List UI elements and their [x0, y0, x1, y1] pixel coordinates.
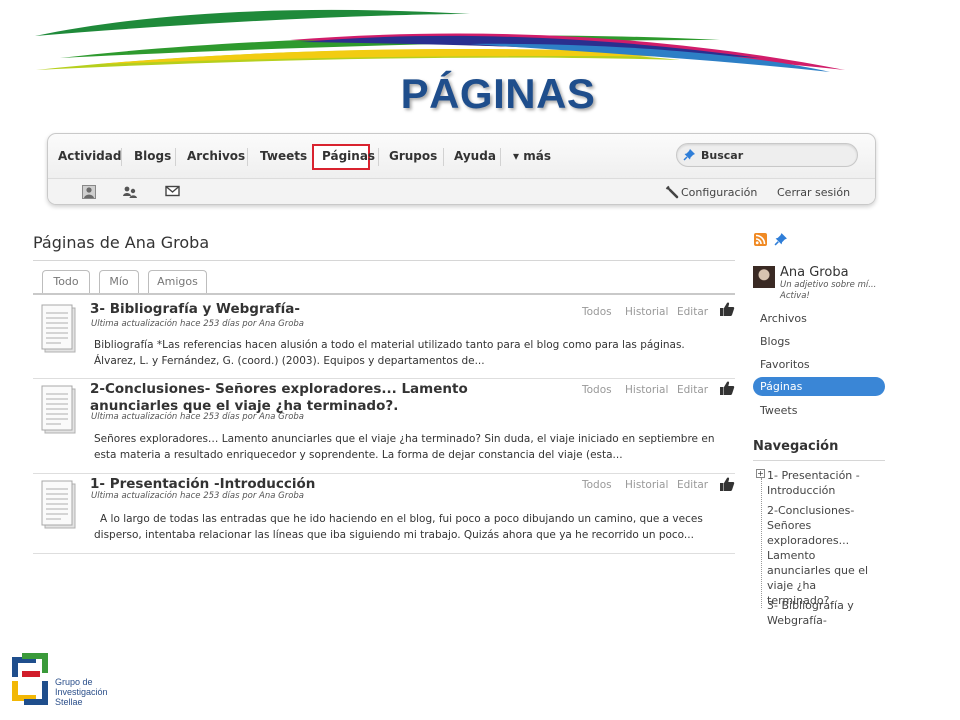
divider	[33, 553, 735, 554]
navigation-heading: Navegación	[753, 439, 839, 454]
divider	[33, 293, 735, 295]
nav-item-grupos[interactable]: Grupos	[389, 149, 437, 163]
tree-item-conclusiones[interactable]: 2-Conclusiones- Señores exploradores... …	[767, 503, 879, 608]
entry-excerpt: Bibliografía *Las referencias hacen alus…	[94, 339, 685, 367]
navbar-secondary-row: Configuración Cerrar sesión	[48, 178, 875, 204]
tree-connector	[761, 478, 762, 608]
nav-separator	[247, 148, 248, 166]
settings-link[interactable]: Configuración	[681, 186, 757, 199]
nav-item-actividad[interactable]: Actividad	[58, 149, 121, 163]
avatar[interactable]	[753, 266, 775, 288]
sidebar-user-tagline: Un adjetivo sobre mí... Activa!	[780, 280, 877, 301]
thumbs-up-icon[interactable]	[719, 380, 735, 396]
divider	[33, 260, 735, 261]
sidebar-item-archivos[interactable]: Archivos	[760, 312, 807, 325]
pin-icon	[683, 149, 695, 161]
nav-item-archivos[interactable]: Archivos	[187, 149, 245, 163]
nav-separator	[175, 148, 176, 166]
action-editar[interactable]: Editar	[677, 384, 708, 396]
nav-item-ayuda[interactable]: Ayuda	[454, 149, 496, 163]
sidebar-feed-icons	[754, 231, 788, 250]
sidebar-item-paginas[interactable]: Páginas	[753, 377, 885, 396]
thumbs-up-icon[interactable]	[719, 301, 735, 317]
tree-expander[interactable]: +	[756, 469, 765, 478]
nav-item-blogs[interactable]: Blogs	[134, 149, 171, 163]
nav-separator	[443, 148, 444, 166]
rss-icon[interactable]	[754, 233, 767, 246]
friends-icon[interactable]	[122, 185, 138, 199]
entry-title[interactable]: 2-Conclusiones- Señores exploradores... …	[90, 381, 560, 415]
stellae-logo	[12, 653, 48, 705]
document-icon	[41, 304, 76, 353]
entry-meta: Ultima actualización hace 253 días por A…	[91, 412, 305, 422]
list-item: 1- Presentación -Introducción Ultima act…	[33, 474, 735, 552]
mail-icon[interactable]	[165, 185, 180, 197]
logout-link[interactable]: Cerrar sesión	[777, 186, 850, 199]
nav-separator	[121, 148, 122, 166]
document-icon	[41, 480, 76, 529]
page-title: Páginas de Ana Groba	[33, 233, 210, 252]
entry-excerpt: A lo largo de todas las entradas que he …	[94, 513, 703, 541]
entry-meta: Ultima actualización hace 253 días por A…	[91, 491, 305, 501]
logo-text: Grupo de Investigación Stellae	[55, 677, 108, 707]
action-todos[interactable]: Todos	[582, 384, 612, 396]
navbar-primary-row: Actividad Blogs Archivos Tweets Páginas …	[48, 134, 875, 178]
list-item: 2-Conclusiones- Señores exploradores... …	[33, 379, 735, 474]
document-icon	[41, 385, 76, 434]
action-editar[interactable]: Editar	[677, 306, 708, 318]
list-item: 3- Bibliografía y Webgrafía- Ultima actu…	[33, 298, 735, 379]
search-input[interactable]	[701, 147, 849, 163]
tab-todo[interactable]: Todo	[42, 270, 90, 294]
action-todos[interactable]: Todos	[582, 479, 612, 491]
header-swooshes	[35, 9, 845, 72]
tree-item-bibliografia[interactable]: 3- Bibliografía y Webgrafía-	[767, 598, 879, 628]
entry-excerpt: Señores exploradores… Lamento anunciarle…	[94, 433, 715, 461]
nav-separator	[500, 148, 501, 166]
tree-item-presentacion[interactable]: 1- Presentación -Introducción	[767, 468, 879, 498]
action-editar[interactable]: Editar	[677, 479, 708, 491]
top-navbar: Actividad Blogs Archivos Tweets Páginas …	[47, 133, 876, 205]
action-todos[interactable]: Todos	[582, 306, 612, 318]
entry-meta: Ultima actualización hace 253 días por A…	[91, 319, 305, 329]
tab-mio[interactable]: Mío	[99, 270, 139, 294]
chevron-down-icon: ▾	[513, 149, 520, 163]
sidebar-user-name[interactable]: Ana Groba	[780, 265, 849, 280]
profile-icon[interactable]	[82, 185, 96, 199]
action-historial[interactable]: Historial	[625, 479, 668, 491]
search-box[interactable]	[676, 143, 858, 167]
divider	[753, 460, 885, 461]
wrench-icon	[665, 185, 679, 199]
entry-title[interactable]: 3- Bibliografía y Webgrafía-	[90, 301, 560, 318]
sidebar-item-tweets[interactable]: Tweets	[760, 404, 797, 417]
logo-line: Grupo de	[55, 677, 93, 687]
thumbs-up-icon[interactable]	[719, 476, 735, 492]
pin-icon[interactable]	[774, 232, 788, 246]
nav-more-label: más	[523, 149, 551, 163]
logo-line: Investigación	[55, 687, 108, 697]
sidebar-item-blogs[interactable]: Blogs	[760, 335, 790, 348]
sidebar-item-favoritos[interactable]: Favoritos	[760, 358, 810, 371]
tab-amigos[interactable]: Amigos	[148, 270, 207, 294]
nav-item-paginas[interactable]: Páginas	[322, 149, 375, 163]
slide-title: PÁGINAS	[400, 70, 596, 117]
nav-item-more[interactable]: ▾ más	[513, 149, 551, 163]
nav-item-tweets[interactable]: Tweets	[260, 149, 307, 163]
action-historial[interactable]: Historial	[625, 384, 668, 396]
nav-separator	[378, 148, 379, 166]
action-historial[interactable]: Historial	[625, 306, 668, 318]
logo-line: Stellae	[55, 697, 83, 707]
